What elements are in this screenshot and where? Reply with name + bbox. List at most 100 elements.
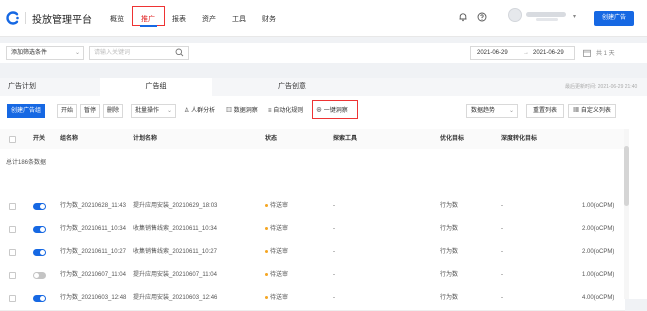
last-update-time: 最后更新时间: 2021-06-29 21:40 xyxy=(565,84,638,90)
account-dropdown-caret-icon[interactable]: ▾ xyxy=(573,13,576,20)
bid-cell[interactable]: 2.00(oCPM) xyxy=(582,218,614,241)
nav-assets[interactable]: 资产 xyxy=(202,14,216,24)
delete-button[interactable]: 删除 xyxy=(103,104,123,118)
table-row[interactable]: 行为数_20210603_12:48 提升应用安装_20210603_12:46… xyxy=(0,287,625,311)
user-id-redacted xyxy=(536,18,558,21)
batch-operations-dropdown[interactable]: 批量操作 ⌄ xyxy=(131,104,176,118)
bid-cell[interactable]: 1.00(oCPM) xyxy=(582,195,614,218)
row-switch-toggle[interactable] xyxy=(33,203,46,210)
deep-conversion-cell: - xyxy=(501,249,503,255)
table-row[interactable]: 行为数_20210607_11:04 提升应用安装_20210607_11:04… xyxy=(0,264,625,288)
person-icon: ♙ xyxy=(184,108,190,114)
plan-name-link[interactable]: 收集销售线索_20210611_10:34 xyxy=(133,218,217,241)
row-switch-toggle[interactable] xyxy=(33,226,46,233)
column-header-switch: 开关 xyxy=(33,136,46,142)
explore-tool-cell: - xyxy=(333,203,335,209)
tab-ad-creative[interactable]: 广告创意 xyxy=(212,78,372,96)
group-name-link[interactable]: 行为数_20210611_10:34 xyxy=(60,218,126,241)
row-checkbox[interactable] xyxy=(9,203,16,210)
nav-finance[interactable]: 财务 xyxy=(262,14,276,24)
user-avatar[interactable] xyxy=(508,8,522,22)
audience-analysis-button[interactable]: ♙ 人群分析 xyxy=(184,104,215,118)
row-checkbox[interactable] xyxy=(9,226,16,233)
auto-rules-label: 自动化规则 xyxy=(273,108,304,114)
add-filter-select[interactable]: 添加筛选条件 ⌄ xyxy=(6,46,84,60)
column-header-deep-conversion[interactable]: 深度转化目标 xyxy=(501,129,537,149)
optimization-goal-cell: 行为数 xyxy=(440,272,459,278)
status-dot xyxy=(265,295,268,299)
status-dot xyxy=(265,249,268,253)
nav-reports[interactable]: 报表 xyxy=(172,14,186,24)
rules-icon: ≡ xyxy=(268,108,272,114)
pause-button[interactable]: 暂停 xyxy=(80,104,100,118)
table-row[interactable]: 行为数_20210611_10:27 收集销售线索_20210611_10:27… xyxy=(0,241,625,265)
status-cell: 待送审 xyxy=(265,264,288,287)
column-header-group-name[interactable]: 组名称 xyxy=(60,129,78,149)
reset-list-button[interactable]: 重置列表 xyxy=(526,104,564,118)
user-name-redacted xyxy=(526,12,566,17)
table-row[interactable]: 行为数_20210628_11:43 提升应用安装_20210629_18:03… xyxy=(0,195,625,219)
notification-bell-icon[interactable] xyxy=(458,12,468,22)
status-label: 待送审 xyxy=(270,295,289,301)
deep-conversion-cell: - xyxy=(501,226,503,232)
data-trend-dropdown[interactable]: 数据趋势 ⌄ xyxy=(466,104,518,118)
table-row[interactable]: 行为数_20210611_10:34 收集销售线索_20210611_10:34… xyxy=(0,218,625,242)
optimization-goal-cell: 行为数 xyxy=(440,226,459,232)
plan-name-link[interactable]: 收集销售线索_20210611_10:27 xyxy=(133,241,217,264)
create-ad-button[interactable]: 创建广告 xyxy=(594,11,634,26)
filter-bar: 添加筛选条件 ⌄ 请输入关键词 2021-06-29 → 2021-06-29 … xyxy=(0,43,647,63)
table-header: 开关 组名称 计划名称 状态 探索工具 优化目标 深度转化目标 xyxy=(0,129,625,150)
explore-tool-cell: - xyxy=(333,272,335,278)
auto-rules-button[interactable]: ≡ 自动化规则 xyxy=(268,104,303,118)
level-tabs: 广告计划 广告组 广告创意 最后更新时间: 2021-06-29 21:40 xyxy=(0,78,647,96)
plan-name-link[interactable]: 提升应用安装_20210607_11:04 xyxy=(133,264,217,287)
select-all-checkbox[interactable] xyxy=(9,136,16,143)
search-input[interactable]: 请输入关键词 xyxy=(89,46,189,60)
bid-cell[interactable]: 1.00(oCPM) xyxy=(582,264,614,287)
row-switch-toggle[interactable] xyxy=(33,249,46,256)
data-insight-button[interactable]: ▥ 数据洞察 xyxy=(226,104,258,118)
chevron-down-icon: ⌄ xyxy=(508,108,514,114)
row-checkbox[interactable] xyxy=(9,249,16,256)
group-name-link[interactable]: 行为数_20210628_11:43 xyxy=(60,195,126,218)
one-click-trend-button[interactable]: ⊕ 一键洞察 xyxy=(316,104,348,118)
search-placeholder: 请输入关键词 xyxy=(94,50,131,56)
bar-chart-icon: ▥ xyxy=(226,108,233,114)
column-header-optimization-goal[interactable]: 优化目标 xyxy=(440,129,464,149)
nav-tools[interactable]: 工具 xyxy=(232,14,246,24)
table-summary-row: 总计186条数据 xyxy=(0,149,625,196)
custom-columns-button[interactable]: ▦ 自定义列表 xyxy=(568,104,616,118)
date-range-picker[interactable]: 2021-06-29 → 2021-06-29 xyxy=(470,46,575,60)
column-header-explore-tool[interactable]: 探索工具 xyxy=(333,129,357,149)
group-name-link[interactable]: 行为数_20210611_10:27 xyxy=(60,241,126,264)
nav-promotion[interactable]: 推广 xyxy=(141,14,155,24)
column-header-status[interactable]: 状态 xyxy=(265,129,277,149)
row-switch-toggle[interactable] xyxy=(33,272,46,279)
help-icon[interactable] xyxy=(477,12,487,22)
vertical-scrollbar-thumb[interactable] xyxy=(624,146,629,206)
ad-group-panel: 创建广告组 开始 暂停 删除 批量操作 ⌄ ♙ 人群分析 ▥ 数据洞察 ≡ 自动… xyxy=(0,96,647,311)
create-ad-group-button[interactable]: 创建广告组 xyxy=(7,104,45,118)
search-icon[interactable] xyxy=(175,48,184,57)
status-cell: 待送审 xyxy=(265,218,288,241)
group-name-link[interactable]: 行为数_20210607_11:04 xyxy=(60,264,126,287)
logo-divider xyxy=(25,12,26,24)
explore-tool-cell: - xyxy=(333,226,335,232)
nav-overview[interactable]: 概览 xyxy=(110,14,124,24)
calendar-icon[interactable] xyxy=(583,49,591,57)
start-button[interactable]: 开始 xyxy=(57,104,77,118)
tab-ad-plan[interactable]: 广告计划 xyxy=(0,78,100,96)
row-checkbox[interactable] xyxy=(9,272,16,279)
columns-icon: ▦ xyxy=(573,108,580,114)
app-title: 投放管理平台 xyxy=(32,15,92,26)
top-navigation-bar: 投放管理平台 概览 推广 报表 资产 工具 财务 ▾ 创建广告 xyxy=(0,0,647,37)
one-click-icon: ⊕ xyxy=(316,108,323,114)
total-days-label: 共 1 天 xyxy=(596,51,615,57)
deep-conversion-cell: - xyxy=(501,203,503,209)
bid-cell[interactable]: 2.00(oCPM) xyxy=(582,241,614,264)
status-label: 待送审 xyxy=(270,272,289,278)
column-header-plan-name[interactable]: 计划名称 xyxy=(133,129,157,149)
date-start: 2021-06-29 xyxy=(477,50,508,56)
tab-ad-group[interactable]: 广告组 xyxy=(100,78,212,96)
plan-name-link[interactable]: 提升应用安装_20210629_18:03 xyxy=(133,195,217,218)
